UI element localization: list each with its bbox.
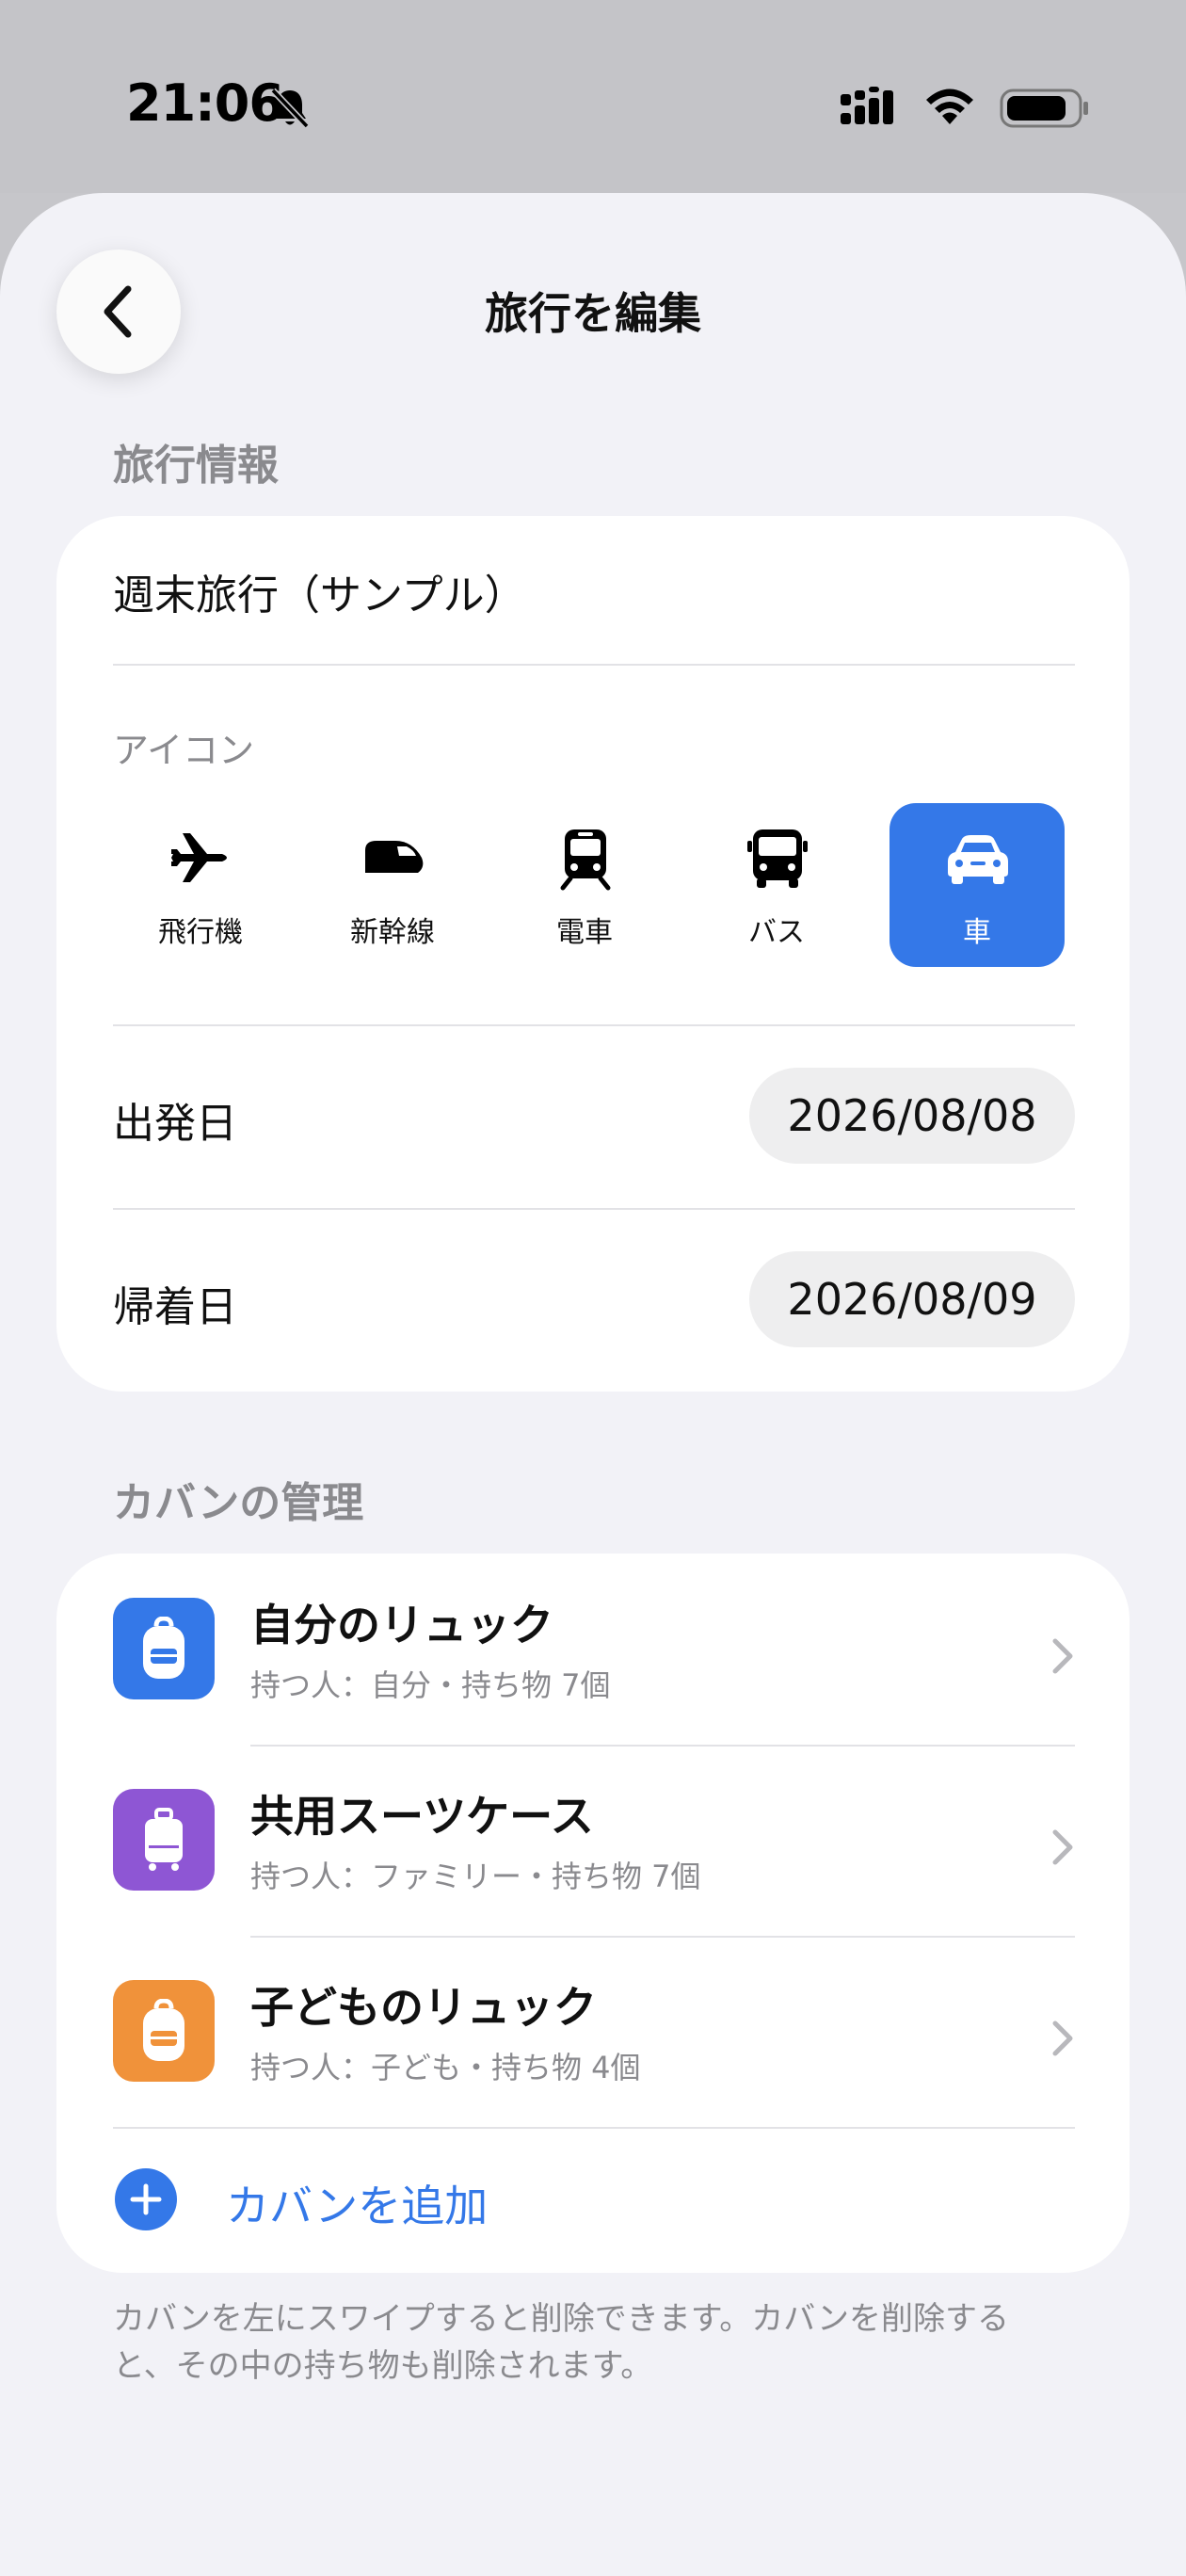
- bag-title: 子どものリュック: [250, 1982, 597, 2033]
- edit-trip-sheet: 旅行を編集 旅行情報 週末旅行（サンプル） アイコン 飛行機 新幹線 電車 バス…: [0, 193, 1186, 2576]
- chevron-right-icon: [1052, 2021, 1073, 2056]
- add-bag-label: カバンを追加: [226, 2181, 489, 2231]
- status-time: 21:06: [126, 73, 284, 133]
- bag-title: 自分のリュック: [250, 1600, 553, 1650]
- chevron-right-icon: [1052, 1829, 1073, 1865]
- icon-option-shinkansen[interactable]: 新幹線: [305, 803, 480, 967]
- bag-icon-box: [113, 1598, 215, 1699]
- divider: [113, 1208, 1075, 1210]
- battery-icon: [1000, 89, 1088, 128]
- icon-option-label: 車: [963, 916, 991, 949]
- divider: [250, 1745, 1075, 1747]
- bag-icon-box: [113, 1789, 215, 1891]
- icon-option-bus[interactable]: バス: [689, 803, 864, 967]
- trip-name-field[interactable]: 週末旅行（サンプル）: [113, 561, 526, 621]
- icon-section-label: アイコン: [113, 730, 255, 771]
- shinkansen-icon: [365, 841, 424, 873]
- divider: [113, 664, 1075, 666]
- icon-option-label: バス: [748, 916, 805, 949]
- icon-option-airplane[interactable]: 飛行機: [113, 803, 288, 967]
- icon-option-car[interactable]: 車: [890, 803, 1065, 967]
- status-bar: 21:06: [0, 0, 1186, 193]
- backpack-icon: [143, 1999, 184, 2061]
- bags-card: 自分のリュック 持つ人：自分・持ち物 7個 共用スーツケース 持つ人：ファミリー…: [56, 1554, 1130, 2273]
- bag-icon-box: [113, 1980, 215, 2082]
- suitcase-icon: [145, 1808, 183, 1871]
- plus-circle-icon: [115, 2168, 177, 2230]
- bus-icon: [747, 829, 808, 888]
- divider: [113, 2127, 1075, 2129]
- return-label: 帰着日: [113, 1283, 237, 1331]
- departure-label: 出発日: [113, 1100, 237, 1148]
- bag-title: 共用スーツケース: [250, 1791, 594, 1842]
- icon-option-label: 電車: [556, 916, 613, 949]
- car-icon: [948, 835, 1008, 884]
- bell-slash-icon: [270, 88, 310, 129]
- icon-option-label: 飛行機: [158, 916, 243, 949]
- departure-date-picker[interactable]: 2026/08/08: [749, 1068, 1075, 1164]
- section-header-trip-info: 旅行情報: [113, 442, 279, 490]
- footnote: カバンを左にスワイプすると削除できます。カバンを削除すると、その中の持ち物も削除…: [113, 2300, 1009, 2385]
- signal-icon: [841, 87, 893, 124]
- divider: [113, 1024, 1075, 1026]
- page-title: 旅行を編集: [485, 288, 701, 339]
- icon-option-label: 新幹線: [350, 916, 435, 949]
- airplane-icon: [171, 833, 227, 882]
- chevron-right-icon: [1052, 1638, 1073, 1674]
- bag-subtitle: 持つ人：ファミリー・持ち物 7個: [250, 1859, 701, 1894]
- train-icon: [560, 829, 611, 891]
- icon-option-train[interactable]: 電車: [497, 803, 672, 967]
- divider: [250, 1936, 1075, 1938]
- bag-subtitle: 持つ人：自分・持ち物 7個: [250, 1667, 611, 1703]
- backpack-icon: [143, 1617, 184, 1679]
- section-header-bags: カバンの管理: [113, 1479, 364, 1527]
- wifi-icon: [926, 89, 973, 124]
- trip-info-card: 週末旅行（サンプル） アイコン 飛行機 新幹線 電車 バス 車 出発日 2026…: [56, 516, 1130, 1392]
- return-date-picker[interactable]: 2026/08/09: [749, 1251, 1075, 1347]
- bag-subtitle: 持つ人：子ども・持ち物 4個: [250, 2050, 641, 2085]
